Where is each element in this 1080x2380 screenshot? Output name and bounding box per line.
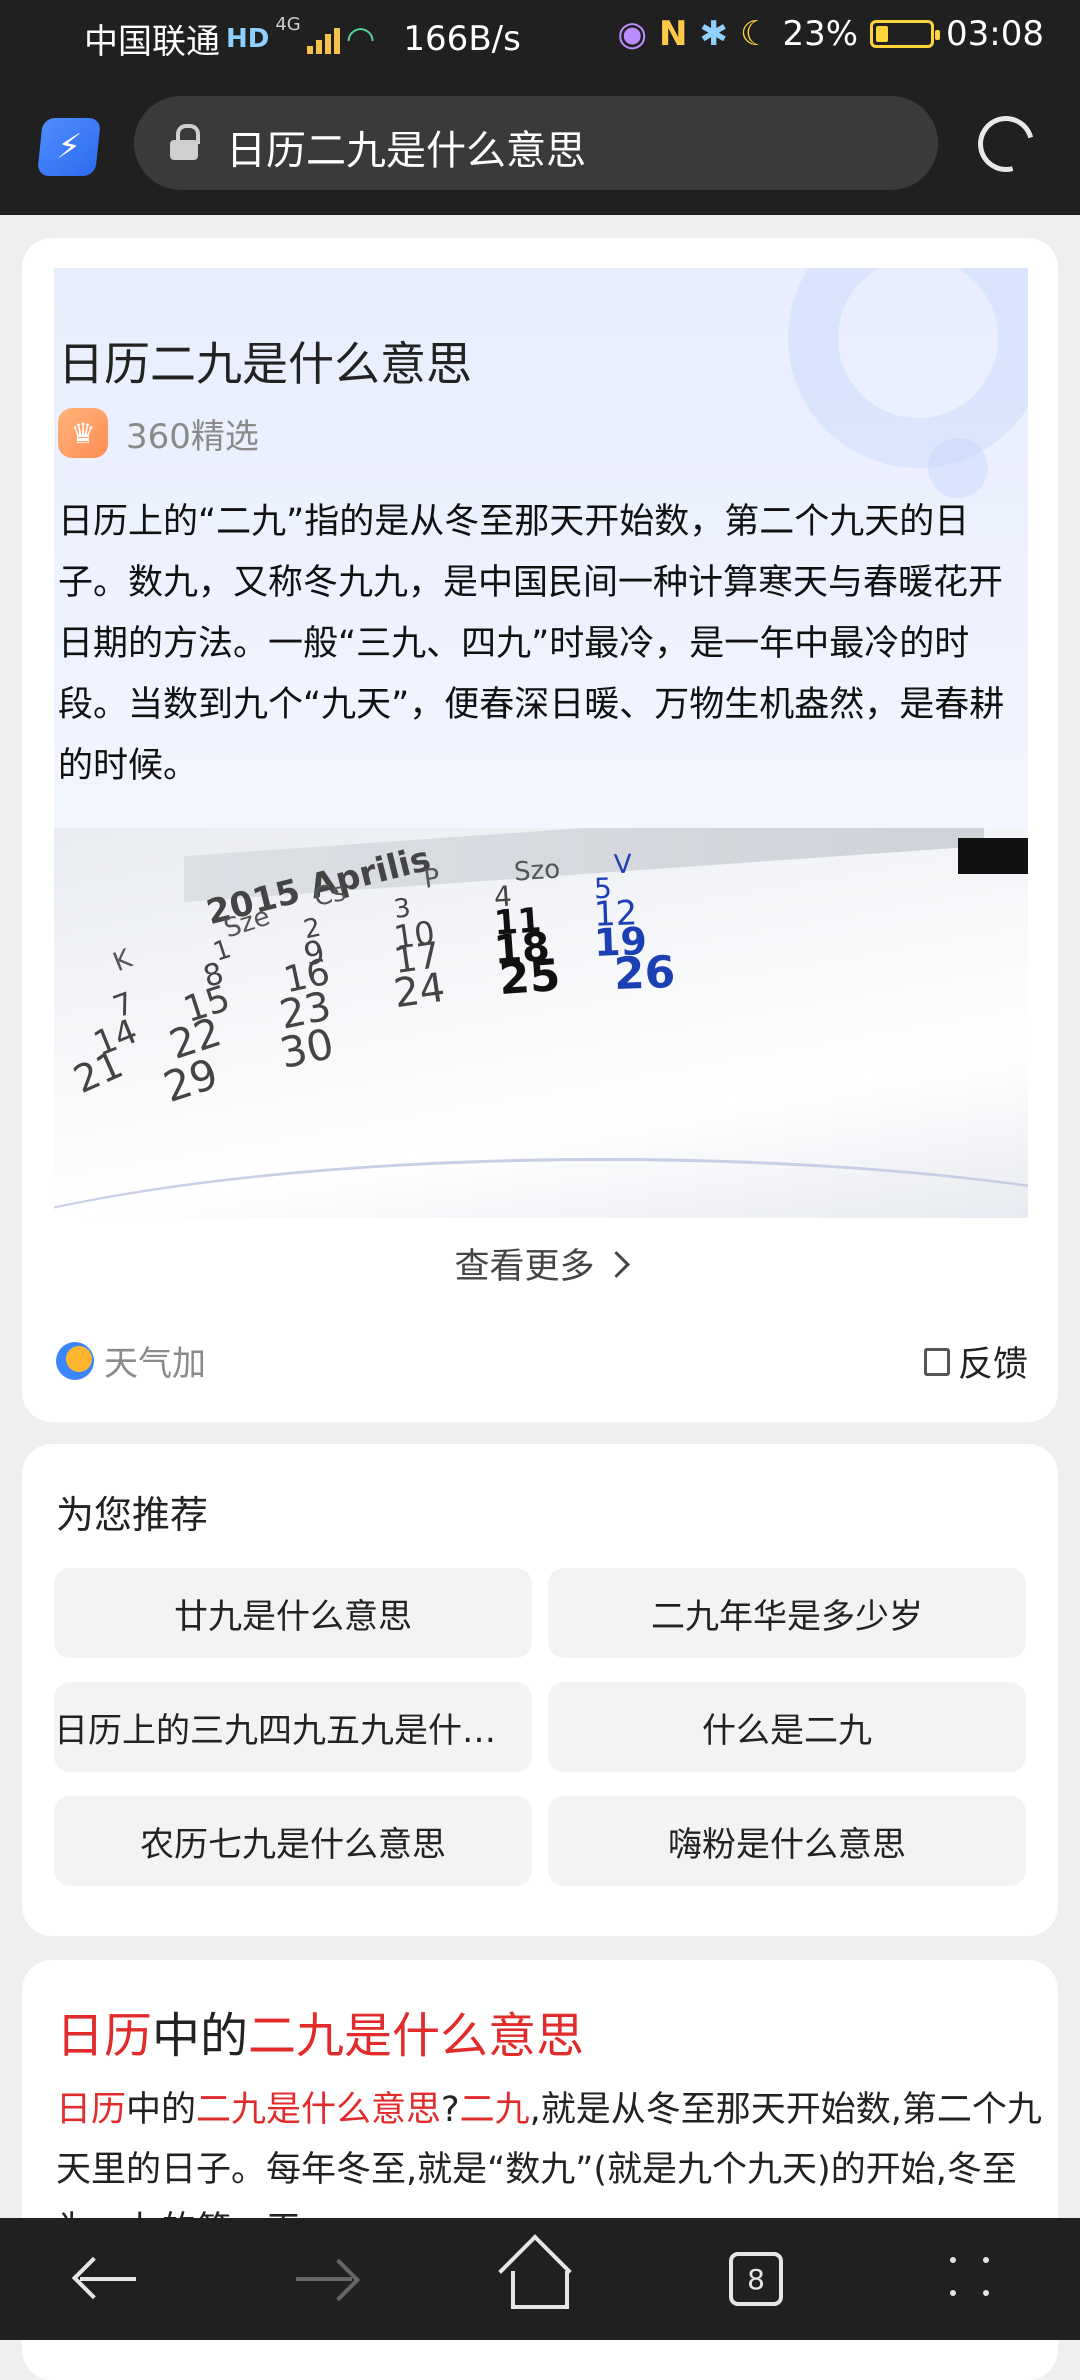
snippet-part: 中的 <box>126 2090 197 2130</box>
weather-icon <box>56 1341 94 1380</box>
answer-card: 日历二九是什么意思 ♛ 360精选 日历上的“二九”指的是从冬至那天开始数，第二… <box>22 238 1058 1422</box>
back-arrow-icon <box>80 2277 136 2281</box>
browser-logo-icon[interactable]: ⚡ <box>36 118 102 176</box>
home-button[interactable] <box>480 2218 600 2340</box>
battery-percent: 23% <box>782 14 859 54</box>
feedback-icon <box>923 1347 950 1376</box>
menu-dots-icon <box>950 2257 994 2301</box>
page-curve <box>54 1158 1028 1218</box>
eye-comfort-icon: ◉ <box>617 14 647 54</box>
recommend-title: 为您推荐 <box>56 1493 209 1537</box>
menu-button[interactable] <box>912 2218 1032 2340</box>
result-title-part: 中的 <box>152 2008 249 2064</box>
wifi-icon: ◠ <box>345 18 376 59</box>
brand-attribution[interactable]: 天气加 <box>56 1336 206 1385</box>
source-label: 360精选 <box>126 416 259 457</box>
result-title-part: 日历 <box>56 2008 153 2064</box>
answer-title: 日历二九是什么意思 <box>58 337 472 391</box>
bottom-nav: 8 <box>0 2218 1080 2340</box>
calendar-date: 25 <box>497 949 562 1006</box>
brand-label: 天气加 <box>104 1344 206 1384</box>
calendar-date: 24 <box>391 964 448 1018</box>
recommend-card: 为您推荐 廿九是什么意思 二九年华是多少岁 日历上的三九四九五九是什么意思 什么… <box>22 1444 1058 1936</box>
recommend-chip[interactable]: 二九年华是多少岁 <box>548 1568 1026 1658</box>
hd-indicator: HD <box>226 23 270 54</box>
answer-source: ♛ 360精选 <box>58 408 259 458</box>
clock: 03:08 <box>946 14 1044 54</box>
home-icon <box>511 2271 569 2309</box>
signal-icon <box>306 24 340 54</box>
address-bar[interactable]: 日历二九是什么意思 <box>134 96 938 190</box>
feedback-button[interactable]: 反馈 <box>923 1336 1028 1387</box>
calendar-date: 30 <box>275 1018 338 1079</box>
decorative-dot <box>928 438 988 498</box>
answer-body: 日历上的“二九”指的是从冬至那天开始数，第二个九天的日子。数九，又称冬九九，是中… <box>58 502 1005 786</box>
see-more-link[interactable]: 查看更多 <box>22 1238 1058 1289</box>
snippet-part: ? <box>441 2090 460 2130</box>
answer-header: 日历二九是什么意思 ♛ 360精选 日历上的“二九”指的是从冬至那天开始数，第二… <box>54 268 1028 828</box>
recommend-chip-text: 日历上的三九四九五九是什么意思 <box>54 1710 516 1751</box>
battery-icon <box>870 20 941 48</box>
forward-arrow-icon <box>296 2277 352 2281</box>
crown-icon: ♛ <box>58 408 108 458</box>
recommend-chip[interactable]: 什么是二九 <box>548 1682 1026 1772</box>
result-title-part: 二九是什么意思 <box>248 2008 585 2064</box>
weekday-label: Cs <box>311 877 349 913</box>
result-title[interactable]: 日历中的二九是什么意思 <box>56 1996 584 2066</box>
recommend-chip[interactable]: 廿九是什么意思 <box>54 1568 532 1658</box>
snippet-part: 日历 <box>56 2090 127 2130</box>
weekday-label: Szo <box>513 854 562 888</box>
network-speed: 166B/s <box>403 18 521 59</box>
nfc-icon: N <box>658 14 688 54</box>
status-bar: 中国联通 HD 4G ◠ 166B/s ◉ N ✱ ☾ 23% 03:08 <box>0 0 1080 72</box>
feedback-label: 反馈 <box>957 1345 1028 1385</box>
do-not-disturb-icon: ☾ <box>739 14 771 54</box>
tabs-button[interactable]: 8 <box>696 2218 816 2340</box>
top-bar: 中国联通 HD 4G ◠ 166B/s ◉ N ✱ ☾ 23% 03:08 ⚡ … <box>0 0 1080 215</box>
carrier-label: 中国联通 <box>84 22 220 62</box>
forward-button[interactable] <box>264 2218 384 2340</box>
weekday-label: V <box>613 849 633 881</box>
decorative-ring <box>788 268 1028 468</box>
calendar-photo[interactable]: 2015 Aprilis K Sze Cs P Szo V 1 2 3 4 5 7 8 9 10 11 12 14 1… <box>54 828 1028 1218</box>
calendar-corner <box>958 838 1028 874</box>
tab-count: 8 <box>729 2252 783 2306</box>
back-button[interactable] <box>48 2218 168 2340</box>
snippet-part: 二九 <box>459 2090 530 2130</box>
calendar-date: 29 <box>157 1048 224 1113</box>
refresh-icon[interactable] <box>967 105 1045 183</box>
calendar-date: 26 <box>613 946 677 1001</box>
recommend-chip[interactable]: 农历七九是什么意思 <box>54 1796 532 1886</box>
bluetooth-icon: ✱ <box>699 14 728 54</box>
lock-icon <box>170 124 200 160</box>
snippet-part: 二九是什么意思 <box>196 2090 442 2130</box>
address-text: 日历二九是什么意思 <box>226 128 586 174</box>
weekday-label: K <box>109 943 137 979</box>
see-more-label: 查看更多 <box>454 1247 595 1287</box>
recommend-chip[interactable]: 日历上的三九四九五九是什么意思 <box>54 1682 532 1772</box>
recommend-chip[interactable]: 嗨粉是什么意思 <box>548 1796 1026 1886</box>
chevron-right-icon <box>602 1251 630 1278</box>
network-type: 4G <box>275 14 301 35</box>
